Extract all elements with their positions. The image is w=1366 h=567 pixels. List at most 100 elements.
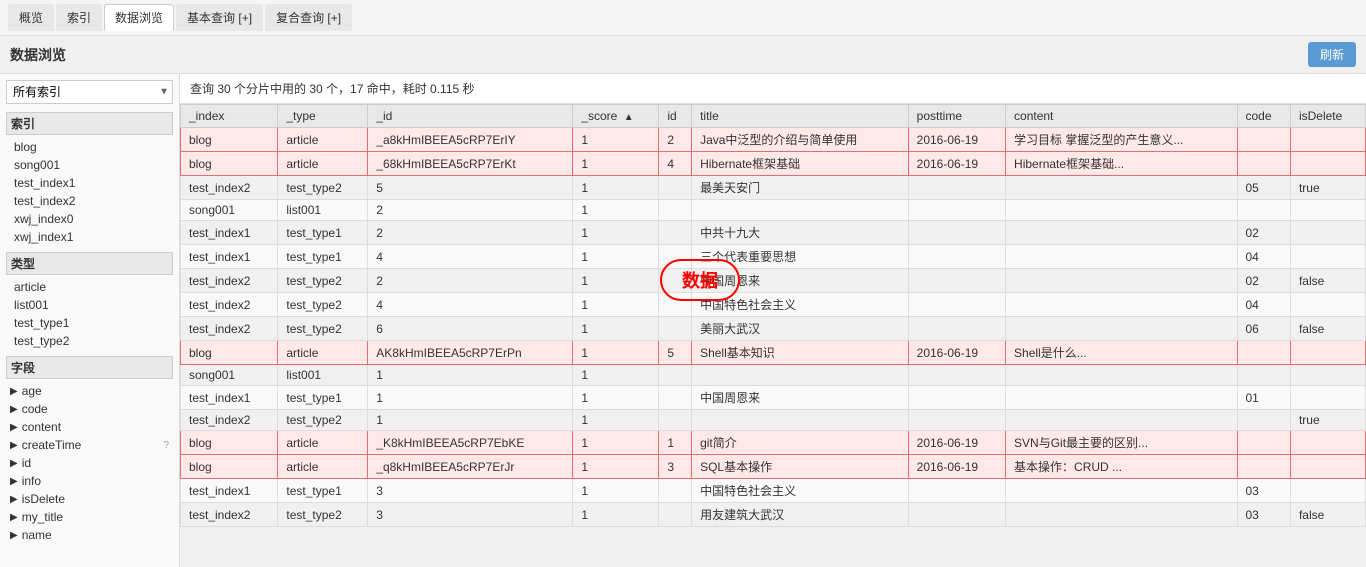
col-header-code[interactable]: code xyxy=(1237,105,1290,128)
field-id[interactable]: ▶ id xyxy=(6,454,173,472)
index-select-wrapper[interactable]: 所有索引 ▼ xyxy=(6,80,173,104)
sidebar-item-test-type1[interactable]: test_type1 xyxy=(6,314,173,332)
sidebar-item-song001[interactable]: song001 xyxy=(6,156,173,174)
col-header-docid[interactable]: id xyxy=(659,105,692,128)
cell-posttime xyxy=(908,293,1005,317)
cell-posttime: 2016-06-19 xyxy=(908,341,1005,365)
tab-overview[interactable]: 概览 xyxy=(8,4,54,31)
field-name-content: content xyxy=(22,420,169,434)
field-createtime[interactable]: ▶ createTime ? xyxy=(6,436,173,454)
field-arrow-icon: ▶ xyxy=(10,440,18,451)
index-section: 索引 blog song001 test_index1 test_index2 … xyxy=(6,112,173,246)
cell-content: Hibernate框架基础... xyxy=(1006,152,1237,176)
index-select[interactable]: 所有索引 xyxy=(6,80,173,104)
table-row[interactable]: test_index1test_type141三个代表重要思想04 xyxy=(181,245,1366,269)
table-row[interactable]: test_index2test_type251最美天安门05true xyxy=(181,176,1366,200)
refresh-button[interactable]: 刷新 xyxy=(1308,42,1356,67)
field-info[interactable]: ▶ info xyxy=(6,472,173,490)
cell-content xyxy=(1006,479,1237,503)
field-isdelete[interactable]: ▶ isDelete xyxy=(6,490,173,508)
table-row[interactable]: song001list00111 xyxy=(181,365,1366,386)
cell-_score: 1 xyxy=(573,152,659,176)
cell-isDelete: true xyxy=(1290,176,1365,200)
cell-id xyxy=(659,176,692,200)
table-row[interactable]: blogarticle_68kHmIBEEA5cRP7ErKt14Hiberna… xyxy=(181,152,1366,176)
cell-content xyxy=(1006,293,1237,317)
cell-posttime xyxy=(908,200,1005,221)
table-row[interactable]: test_index1test_type131中国特色社会主义03 xyxy=(181,479,1366,503)
field-name-code: code xyxy=(22,402,169,416)
table-row[interactable]: blogarticleAK8kHmIBEEA5cRP7ErPn15Shell基本… xyxy=(181,341,1366,365)
col-header-type[interactable]: _type xyxy=(278,105,368,128)
table-row[interactable]: test_index2test_type231用友建筑大武汉03false xyxy=(181,503,1366,527)
cell-_index: blog xyxy=(181,431,278,455)
cell-title: Shell基本知识 xyxy=(692,341,909,365)
cell-code: 02 xyxy=(1237,221,1290,245)
table-row[interactable]: blogarticle_q8kHmIBEEA5cRP7ErJr13SQL基本操作… xyxy=(181,455,1366,479)
field-mytitle[interactable]: ▶ my_title xyxy=(6,508,173,526)
cell-_type: article xyxy=(278,431,368,455)
cell-id xyxy=(659,245,692,269)
sidebar-item-xwj-index0[interactable]: xwj_index0 xyxy=(6,210,173,228)
sidebar-item-test-index1[interactable]: test_index1 xyxy=(6,174,173,192)
cell-_type: article xyxy=(278,128,368,152)
cell-isDelete: false xyxy=(1290,503,1365,527)
sidebar-item-test-type2[interactable]: test_type2 xyxy=(6,332,173,350)
sidebar-item-xwj-index1[interactable]: xwj_index1 xyxy=(6,228,173,246)
tab-basic-query[interactable]: 基本查询 [+] xyxy=(176,4,263,31)
sidebar-item-test-index2[interactable]: test_index2 xyxy=(6,192,173,210)
field-name-age: age xyxy=(22,384,169,398)
tab-index[interactable]: 索引 xyxy=(56,4,102,31)
cell-_score: 1 xyxy=(573,431,659,455)
table-row[interactable]: blogarticle_a8kHmIBEEA5cRP7ErIY12Java中泛型… xyxy=(181,128,1366,152)
cell-_index: test_index1 xyxy=(181,386,278,410)
cell-_score: 1 xyxy=(573,269,659,293)
cell-id xyxy=(659,269,692,293)
table-row[interactable]: test_index2test_type241中国特色社会主义04 xyxy=(181,293,1366,317)
col-header-title[interactable]: title xyxy=(692,105,909,128)
cell-_index: test_index2 xyxy=(181,410,278,431)
cell-isDelete xyxy=(1290,365,1365,386)
field-content[interactable]: ▶ content xyxy=(6,418,173,436)
cell-isDelete xyxy=(1290,221,1365,245)
cell-posttime xyxy=(908,176,1005,200)
tab-data-browse[interactable]: 数据浏览 xyxy=(104,4,174,31)
cell-_id: 1 xyxy=(368,410,573,431)
cell-code xyxy=(1237,365,1290,386)
table-row[interactable]: test_index1test_type121中共十九大02 xyxy=(181,221,1366,245)
table-row[interactable]: song001list00121 xyxy=(181,200,1366,221)
cell-id xyxy=(659,386,692,410)
col-header-content[interactable]: content xyxy=(1006,105,1237,128)
col-header-index[interactable]: _index xyxy=(181,105,278,128)
cell-posttime xyxy=(908,479,1005,503)
sort-arrow-icon: ▲ xyxy=(624,112,634,123)
field-arrow-icon: ▶ xyxy=(10,512,18,523)
field-question-mark: ? xyxy=(163,440,169,451)
field-age[interactable]: ▶ age xyxy=(6,382,173,400)
sidebar-item-list001[interactable]: list001 xyxy=(6,296,173,314)
col-header-isdelete[interactable]: isDelete xyxy=(1290,105,1365,128)
table-row[interactable]: test_index2test_type261美丽大武汉06false xyxy=(181,317,1366,341)
cell-_score: 1 xyxy=(573,455,659,479)
sidebar-item-article[interactable]: article xyxy=(6,278,173,296)
table-row[interactable]: test_index2test_type221中国周恩来02false xyxy=(181,269,1366,293)
table-row[interactable]: test_index2test_type211true xyxy=(181,410,1366,431)
field-name[interactable]: ▶ name xyxy=(6,526,173,544)
col-header-posttime[interactable]: posttime xyxy=(908,105,1005,128)
cell-title: 中国特色社会主义 xyxy=(692,479,909,503)
cell-_id: _q8kHmIBEEA5cRP7ErJr xyxy=(368,455,573,479)
tab-complex-query[interactable]: 复合查询 [+] xyxy=(265,4,352,31)
cell-content xyxy=(1006,176,1237,200)
field-code[interactable]: ▶ code xyxy=(6,400,173,418)
cell-posttime xyxy=(908,386,1005,410)
content-area: 查询 30 个分片中用的 30 个，17 命中，耗时 0.115 秒 数据 _i… xyxy=(180,74,1366,567)
cell-id: 3 xyxy=(659,455,692,479)
cell-_id: 4 xyxy=(368,245,573,269)
sidebar-item-blog[interactable]: blog xyxy=(6,138,173,156)
table-row[interactable]: blogarticle_K8kHmIBEEA5cRP7EbKE11git简介20… xyxy=(181,431,1366,455)
col-header-score[interactable]: _score ▲ xyxy=(573,105,659,128)
table-row[interactable]: test_index1test_type111中国周恩来01 xyxy=(181,386,1366,410)
table-container[interactable]: 数据 _index _type _id _score ▲ id title po… xyxy=(180,104,1366,567)
cell-isDelete: false xyxy=(1290,269,1365,293)
col-header-id[interactable]: _id xyxy=(368,105,573,128)
